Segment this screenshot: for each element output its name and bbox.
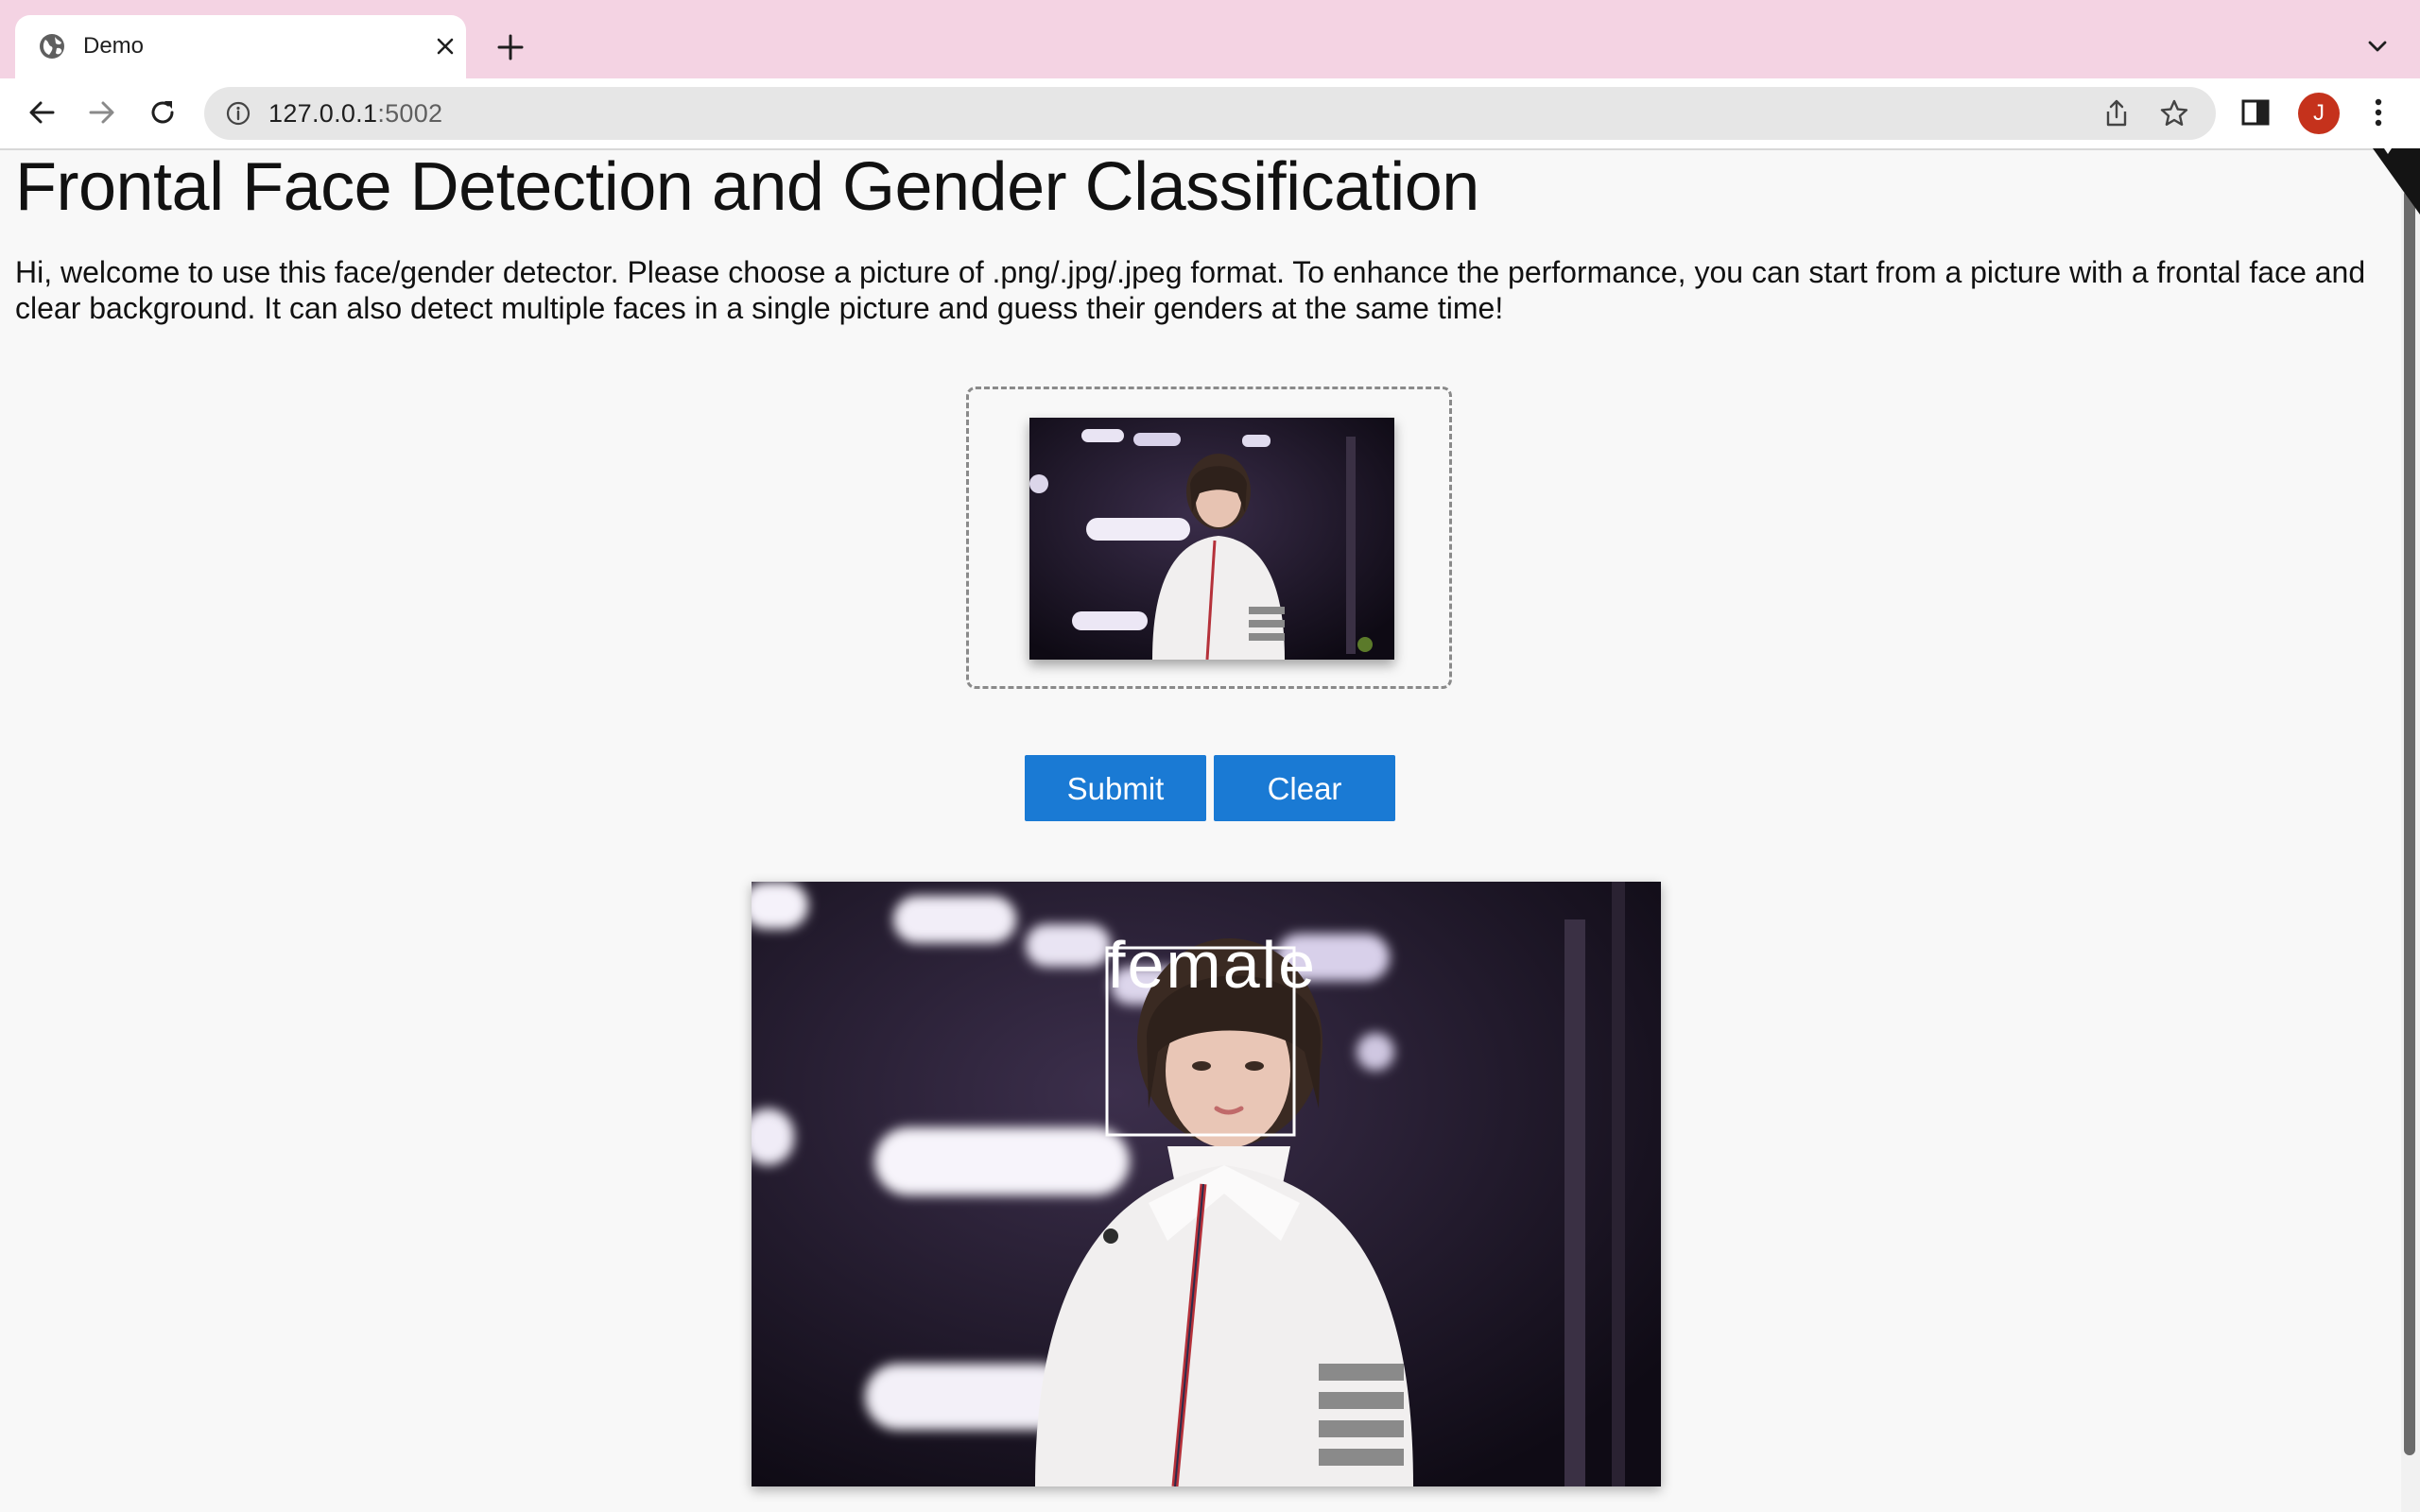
uploaded-image-preview (1029, 418, 1394, 660)
close-icon[interactable] (431, 32, 459, 60)
tab-title: Demo (83, 33, 145, 59)
corner-ribbon-decoration (2373, 148, 2420, 215)
tab-strip: Demo (0, 0, 2420, 78)
address-bar[interactable]: 127.0.0.1:5002 (204, 87, 2216, 140)
globe-icon (40, 34, 64, 59)
page-content: Frontal Face Detection and Gender Classi… (0, 149, 2401, 1512)
new-tab-plus-icon[interactable] (494, 31, 527, 63)
submit-button[interactable]: Submit (1025, 755, 1206, 821)
avatar[interactable]: J (2298, 93, 2340, 134)
star-icon[interactable] (2159, 98, 2189, 129)
more-vertical-icon[interactable] (2363, 94, 2394, 131)
scrollbar-thumb[interactable] (2404, 189, 2415, 1455)
browser-tab[interactable]: Demo (15, 15, 466, 78)
share-icon[interactable] (2102, 98, 2131, 129)
info-icon[interactable] (225, 100, 251, 127)
image-upload-dropzone[interactable] (966, 387, 1452, 689)
browser-toolbar: 127.0.0.1:5002 J (0, 78, 2420, 150)
clear-button[interactable]: Clear (1214, 755, 1395, 821)
side-panel-icon[interactable] (2240, 97, 2271, 128)
forward-arrow-icon[interactable] (83, 94, 121, 131)
url-text: 127.0.0.1:5002 (268, 99, 443, 128)
back-arrow-icon[interactable] (23, 94, 60, 131)
reload-icon[interactable] (144, 94, 182, 131)
gender-label: female (1107, 928, 1317, 1002)
intro-text: Hi, welcome to use this face/gender dete… (15, 255, 2366, 325)
chevron-down-icon[interactable] (2363, 32, 2392, 60)
page-title: Frontal Face Detection and Gender Classi… (15, 149, 1479, 225)
detection-result-image: female (752, 882, 1661, 1486)
